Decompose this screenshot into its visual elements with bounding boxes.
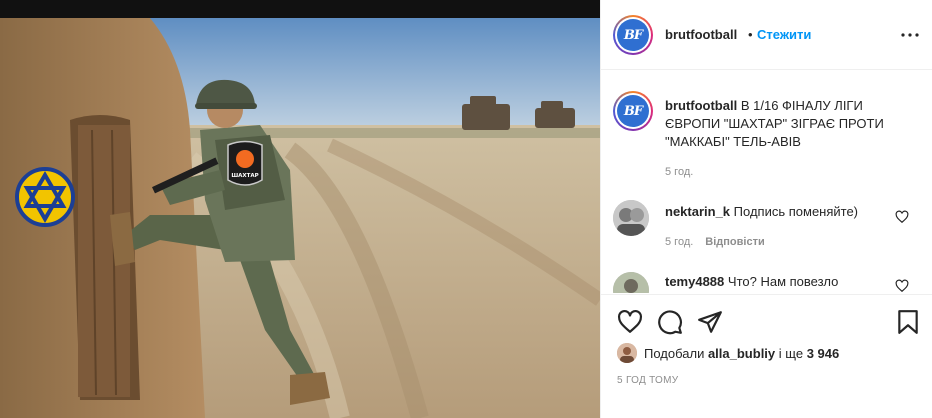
like-heart-icon[interactable] [617, 309, 643, 335]
post-photo-illustration: ШАХТАР [0, 0, 600, 418]
comment-text: Что? Нам повезло [727, 274, 839, 289]
caption-body: brutfootball В 1/16 ФІНАЛУ ЛІГИ ЄВРОПИ "… [665, 97, 920, 151]
reply-button[interactable]: Відповісти [705, 236, 764, 248]
post-header: BF brutfootball • Стежити [601, 0, 932, 70]
post-actions: Подобали alla_bubliy і ще 3 946 5 ГОД ТО… [601, 294, 932, 418]
share-paper-plane-icon[interactable] [697, 309, 723, 335]
comment-username[interactable]: nektarin_k [665, 204, 730, 219]
maccabi-logo [15, 167, 75, 227]
comment-body: nektarin_k Подпись поменяйте) [665, 203, 885, 221]
likes-summary[interactable]: Подобали alla_bubliy і ще 3 946 [617, 343, 839, 363]
save-bookmark-icon[interactable] [895, 309, 921, 335]
like-comment-heart-icon[interactable] [895, 279, 909, 293]
comment-timestamp[interactable]: 5 год. [665, 236, 693, 248]
comment-body: temy4888 Что? Нам повезло [665, 273, 885, 291]
more-options-icon[interactable] [899, 24, 921, 46]
badge-text: ШАХТАР [231, 173, 258, 179]
like-comment-heart-icon[interactable] [895, 210, 909, 224]
author-username[interactable]: brutfootball [665, 27, 737, 42]
likes-count[interactable]: 3 946 [807, 346, 840, 361]
author-avatar[interactable]: BF [613, 15, 653, 55]
liked-by-prefix: Подобали [644, 345, 705, 361]
brand-logo-text: BF [617, 19, 649, 51]
follow-button[interactable]: Стежити [757, 27, 811, 42]
post-image[interactable]: ШАХТАР [0, 0, 600, 418]
comment-username[interactable]: temy4888 [665, 274, 724, 289]
comments-list[interactable]: BF brutfootball В 1/16 ФІНАЛУ ЛІГИ ЄВРОП… [601, 71, 932, 293]
separator-dot: • [748, 27, 753, 42]
liker-avatar [617, 343, 637, 363]
liked-by-middle: і ще [778, 345, 804, 361]
comment-meta: 5 год. Відповісти [665, 236, 765, 248]
caption-timestamp[interactable]: 5 год. [665, 166, 693, 178]
comment-text: Подпись поменяйте) [733, 204, 859, 219]
brand-logo-text: BF [617, 95, 649, 127]
commenter-avatar[interactable] [613, 272, 649, 293]
caption-avatar[interactable]: BF [613, 91, 653, 131]
comment-bubble-icon[interactable] [657, 309, 683, 335]
liked-by-username[interactable]: alla_bubliy [708, 346, 775, 361]
post-side-panel: BF brutfootball • Стежити BF brutfootbal… [600, 0, 932, 418]
caption-username[interactable]: brutfootball [665, 98, 737, 113]
post-timestamp[interactable]: 5 ГОД ТОМУ [617, 375, 678, 386]
commenter-avatar[interactable] [613, 200, 649, 236]
